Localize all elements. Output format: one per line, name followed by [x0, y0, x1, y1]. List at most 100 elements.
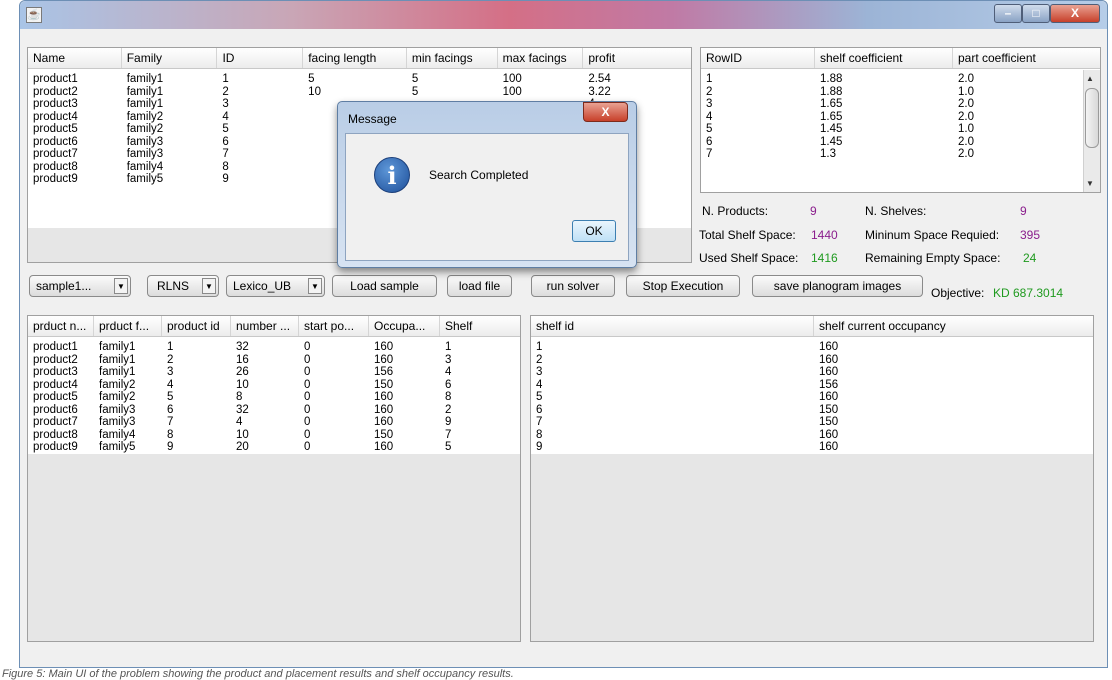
col-header[interactable]: Shelf	[440, 316, 520, 336]
col-header[interactable]: RowID	[701, 48, 815, 68]
occupancy-row[interactable]: 8 160	[531, 429, 1093, 442]
product-row[interactable]: product1 family1 1 5 5 100 2.54	[28, 73, 691, 86]
ok-button[interactable]: OK	[572, 220, 616, 242]
table-cell: 160	[819, 441, 839, 453]
remaining-value: 24	[1023, 251, 1037, 265]
load-sample-button[interactable]: Load sample	[332, 275, 437, 297]
table-cell: 2.0	[958, 110, 974, 123]
col-header[interactable]: prduct f...	[94, 316, 162, 336]
col-header[interactable]: start po...	[299, 316, 369, 336]
sample-select[interactable]: sample1... ▼	[29, 275, 131, 297]
placement-row[interactable]: product2 family1 2 16 0 160 3	[28, 354, 520, 367]
table-cell: 7	[222, 148, 229, 160]
message-dialog[interactable]: Message X i Search Completed OK	[337, 101, 637, 268]
col-header[interactable]: number ...	[231, 316, 299, 336]
table-cell: 4	[236, 416, 243, 428]
save-planogram-images-button[interactable]: save planogram images	[752, 275, 923, 297]
used-space-value: 1416	[811, 251, 838, 265]
dropdown-arrow-icon[interactable]: ▼	[308, 278, 322, 294]
occupancy-row[interactable]: 6 150	[531, 404, 1093, 417]
product-row[interactable]: product2 family1 2 10 5 100 3.22	[28, 86, 691, 99]
maximize-button[interactable]: □	[1022, 4, 1050, 23]
app-window: ☕ – □ X Name Family ID facing length min…	[19, 0, 1108, 668]
col-header[interactable]: product id	[162, 316, 231, 336]
placement-table[interactable]: prduct n... prduct f... product id numbe…	[27, 315, 521, 642]
table-cell: 160	[819, 391, 839, 403]
shelf-row[interactable]: 5 1.45 1.0	[701, 123, 1083, 136]
col-header[interactable]: shelf id	[531, 316, 814, 336]
placement-row[interactable]: product5 family2 5 8 0 160 8	[28, 391, 520, 404]
placement-row[interactable]: product7 family3 7 4 0 160 9	[28, 416, 520, 429]
table-cell: product2	[33, 353, 78, 366]
n-shelves-value: 9	[1020, 204, 1027, 218]
shelf-row[interactable]: 2 1.88 1.0	[701, 86, 1083, 99]
placement-row[interactable]: product4 family2 4 10 0 150 6	[28, 379, 520, 392]
shelf-occupancy-table[interactable]: shelf id shelf current occupancy 1 160 2 16…	[530, 315, 1094, 642]
load-file-button[interactable]: load file	[447, 275, 512, 297]
mode-select[interactable]: Lexico_UB ▼	[226, 275, 325, 297]
occupancy-row[interactable]: 5 160	[531, 391, 1093, 404]
col-header[interactable]: part coefficient	[953, 48, 1083, 68]
scrollbar-thumb[interactable]	[1085, 88, 1099, 148]
table-cell: 100	[502, 73, 522, 85]
n-products-label: N. Products:	[702, 204, 769, 218]
table-cell: 1	[167, 341, 174, 353]
table-cell: 1.0	[958, 85, 974, 98]
col-header[interactable]: ID	[217, 48, 304, 68]
dropdown-arrow-icon[interactable]: ▼	[202, 278, 216, 294]
table-cell: 1.65	[820, 98, 843, 110]
table-cell: 150	[819, 403, 839, 416]
table-cell: 1.65	[820, 110, 843, 123]
title-bar[interactable]: ☕ – □ X	[20, 1, 1107, 29]
occupancy-row[interactable]: 9 160	[531, 441, 1093, 454]
col-header[interactable]: max facings	[498, 48, 584, 68]
table-cell: 2.0	[958, 148, 974, 160]
shelf-row[interactable]: 4 1.65 2.0	[701, 111, 1083, 124]
scroll-down-icon[interactable]: ▼	[1086, 179, 1094, 188]
shelves-table[interactable]: RowID shelf coefficient part coefficient…	[700, 47, 1101, 193]
occupancy-row[interactable]: 7 150	[531, 416, 1093, 429]
dialog-close-button[interactable]: X	[583, 102, 628, 122]
table-cell: 2	[706, 85, 713, 98]
shelf-row[interactable]: 6 1.45 2.0	[701, 136, 1083, 149]
table-cell: 156	[819, 378, 839, 391]
shelves-scrollbar[interactable]: ▲ ▼	[1083, 70, 1100, 192]
scroll-up-icon[interactable]: ▲	[1086, 74, 1094, 83]
placement-row[interactable]: product1 family1 1 32 0 160 1	[28, 341, 520, 354]
run-solver-button[interactable]: run solver	[531, 275, 615, 297]
col-header[interactable]: Occupa...	[369, 316, 440, 336]
stop-execution-button[interactable]: Stop Execution	[626, 275, 740, 297]
placement-row[interactable]: product3 family1 3 26 0 156 4	[28, 366, 520, 379]
table-cell: family1	[99, 353, 136, 366]
col-header[interactable]: facing length	[303, 48, 407, 68]
minimize-button[interactable]: –	[994, 4, 1022, 23]
shelf-row[interactable]: 1 1.88 2.0	[701, 73, 1083, 86]
placement-row[interactable]: product9 family5 9 20 0 160 5	[28, 441, 520, 454]
close-button[interactable]: X	[1050, 4, 1100, 23]
table-cell: 5	[411, 85, 419, 98]
table-cell: product5	[33, 123, 78, 135]
col-header[interactable]: min facings	[407, 48, 498, 68]
table-cell: 1.0	[958, 123, 974, 135]
col-header[interactable]: Family	[122, 48, 218, 68]
total-space-label: Total Shelf Space:	[699, 228, 796, 242]
table-cell: 5	[222, 123, 229, 135]
placement-row[interactable]: product6 family3 6 32 0 160 2	[28, 404, 520, 417]
occupancy-row[interactable]: 3 160	[531, 366, 1093, 379]
algorithm-select[interactable]: RLNS ▼	[147, 275, 219, 297]
occupancy-row[interactable]: 2 160	[531, 354, 1093, 367]
shelf-row[interactable]: 7 1.3 2.0	[701, 148, 1083, 161]
occupancy-row[interactable]: 1 160	[531, 341, 1093, 354]
col-header[interactable]: shelf coefficient	[815, 48, 953, 68]
col-header[interactable]: shelf current occupancy	[814, 316, 1093, 336]
col-header[interactable]: profit	[583, 48, 691, 68]
dropdown-arrow-icon[interactable]: ▼	[114, 278, 128, 294]
table-cell: 4	[445, 366, 452, 378]
col-header[interactable]: prduct n...	[28, 316, 94, 336]
min-space-label: Mininum Space Requied:	[865, 228, 1000, 242]
placement-row[interactable]: product8 family4 8 10 0 150 7	[28, 429, 520, 442]
table-cell: 3	[167, 366, 174, 378]
col-header[interactable]: Name	[28, 48, 122, 68]
occupancy-row[interactable]: 4 156	[531, 379, 1093, 392]
shelf-row[interactable]: 3 1.65 2.0	[701, 98, 1083, 111]
